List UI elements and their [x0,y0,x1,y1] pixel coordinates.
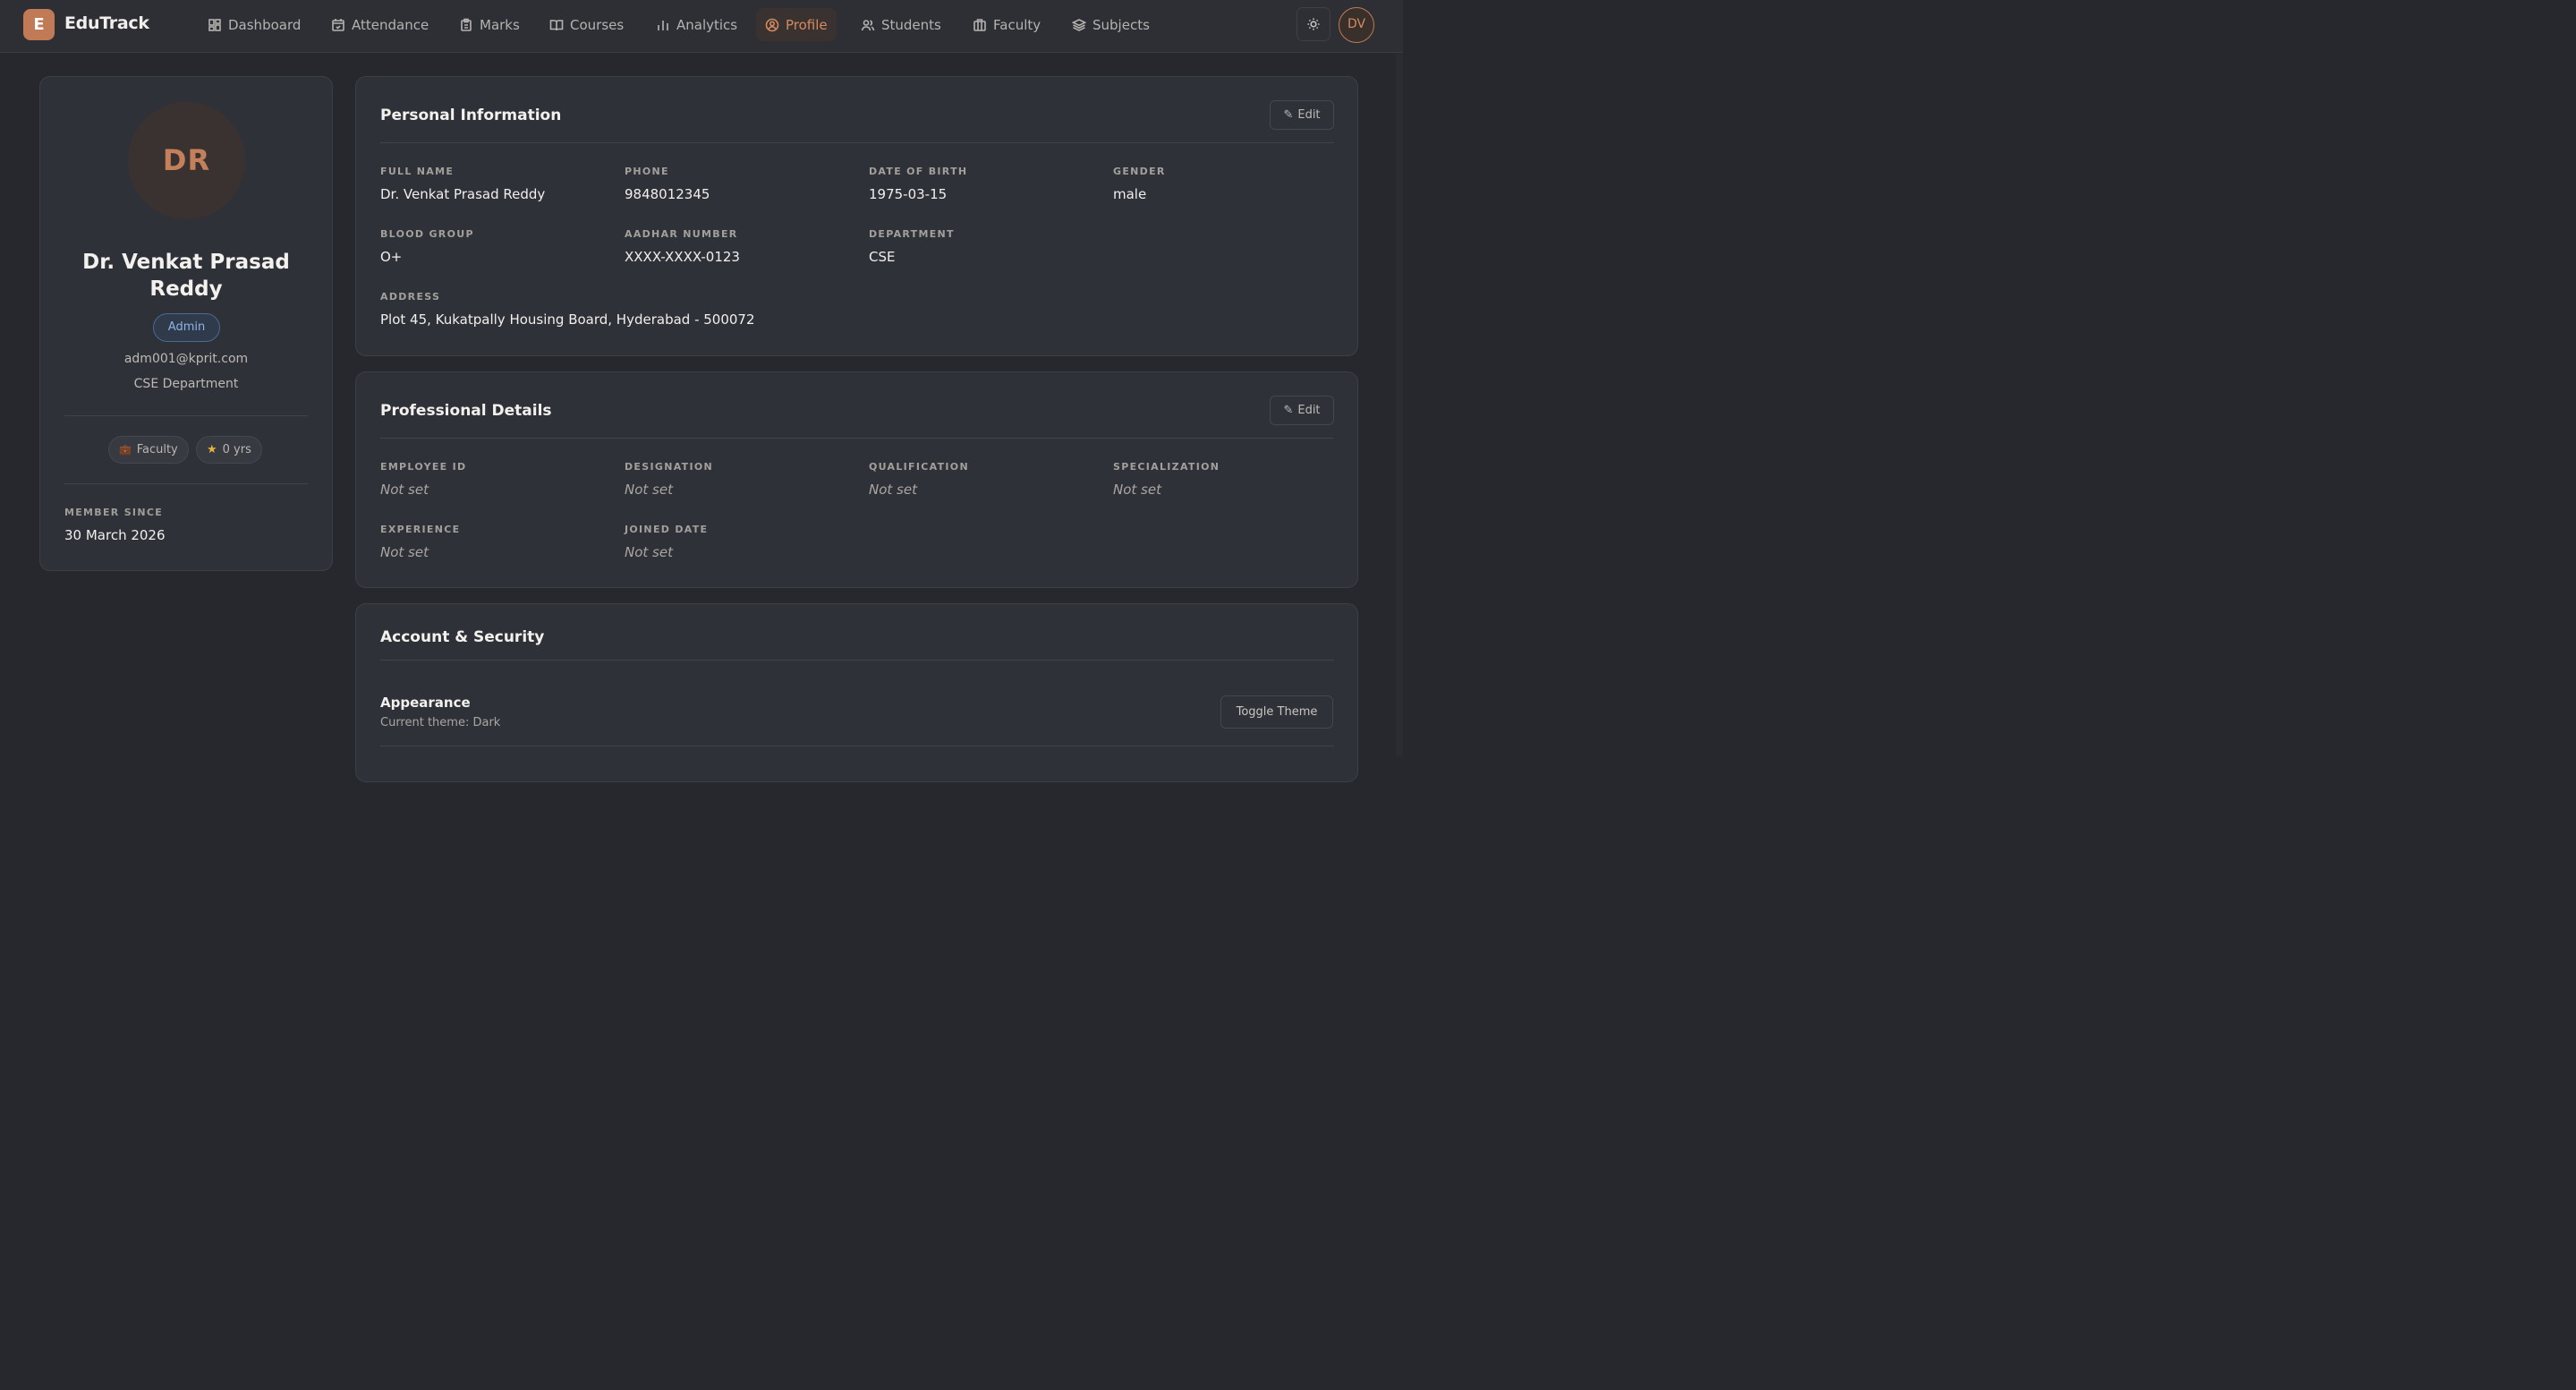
nav-label: Faculty [993,16,1041,33]
top-navbar: E EduTrack Dashboard Attendance Marks Co… [0,0,1403,53]
sun-icon [1307,18,1320,30]
layers-icon [1072,18,1086,31]
building-icon [973,18,986,31]
divider [380,438,1334,439]
nav-label: Marks [480,16,520,33]
joined-date-value: Not set [625,544,673,560]
briefcase-icon: 💼 [119,444,132,456]
section-title: Professional Details [380,402,552,420]
address-value: Plot 45, Kukatpally Housing Board, Hyder… [380,311,755,328]
dashboard-icon [208,18,221,31]
profile-avatar: DR [128,102,245,219]
field-label: SPECIALIZATION [1113,461,1220,473]
nav-label: Students [881,16,941,33]
role-badge: Admin [153,313,220,342]
phone-value: 9848012345 [625,186,710,202]
member-since-value: 30 March 2026 [64,527,166,543]
specialization-value: Not set [1113,482,1161,498]
nav-profile[interactable]: Profile [756,8,837,41]
dob-value: 1975-03-15 [869,186,948,202]
full-name-value: Dr. Venkat Prasad Reddy [380,186,546,202]
calendar-check-icon [332,18,344,31]
edit-label: Edit [1297,404,1321,417]
field-label: ADDRESS [380,291,441,303]
star-icon: ★ [207,443,217,456]
personal-information-card: Personal Information ✎ Edit FULL NAME Dr… [355,76,1358,356]
pencil-icon: ✎ [1283,108,1294,122]
nav-faculty[interactable]: Faculty [964,8,1050,41]
field-label: JOINED DATE [625,524,709,535]
field-label: FULL NAME [380,166,455,177]
field-label: AADHAR NUMBER [625,228,738,240]
field-label: DEPARTMENT [869,228,955,240]
divider [380,142,1334,143]
department-value: CSE [869,249,896,265]
field-label: DESIGNATION [625,461,714,473]
divider [64,483,308,484]
chip-role: 💼 Faculty [108,436,189,464]
nav-label: Dashboard [228,16,302,33]
professional-details-card: Professional Details ✎ Edit EMPLOYEE ID … [355,371,1358,588]
nav-analytics[interactable]: Analytics [647,8,746,41]
nav-label: Courses [570,16,625,33]
chip-experience: ★ 0 yrs [196,436,262,464]
field-label: DATE OF BIRTH [869,166,968,177]
gender-value: male [1113,186,1147,202]
experience-value: Not set [380,544,429,560]
appearance-subtitle: Current theme: Dark [380,716,501,729]
nav-marks[interactable]: Marks [450,8,529,41]
theme-toggle-button[interactable] [1297,7,1331,41]
designation-value: Not set [625,482,673,498]
user-avatar[interactable]: DV [1339,7,1374,43]
user-circle-icon [765,18,779,31]
section-title: Personal Information [380,107,562,124]
nav-courses[interactable]: Courses [540,8,633,41]
field-label: EXPERIENCE [380,524,461,535]
nav-label: Profile [786,16,828,33]
field-label: QUALIFICATION [869,461,969,473]
profile-email: adm001@kprit.com [123,352,249,366]
clipboard-icon [461,18,472,31]
scrollbar-track[interactable] [1396,53,1403,757]
nav-subjects[interactable]: Subjects [1063,8,1159,41]
brand-logo[interactable]: E [23,9,55,40]
account-security-card: Account & Security Appearance Current th… [355,603,1358,782]
toggle-theme-button[interactable]: Toggle Theme [1220,695,1333,729]
qualification-value: Not set [869,482,917,498]
aadhar-value: XXXX-XXXX-0123 [625,249,740,265]
blood-group-value: O+ [380,249,403,265]
field-label: BLOOD GROUP [380,228,474,240]
brand-name[interactable]: EduTrack [64,13,149,33]
section-title: Account & Security [380,628,545,646]
nav-label: Attendance [352,16,429,33]
chip-label: 0 yrs [222,443,251,456]
nav-attendance[interactable]: Attendance [322,8,438,41]
users-icon [861,19,875,30]
book-open-icon [549,19,564,30]
bar-chart-icon [658,20,668,30]
nav-label: Analytics [676,16,738,33]
appearance-title: Appearance [380,695,471,711]
profile-summary-card: DR Dr. Venkat Prasad Reddy Admin adm001@… [39,76,333,571]
member-since-label: MEMBER SINCE [64,507,164,518]
divider [64,415,308,416]
divider [380,660,1334,661]
edit-professional-button[interactable]: ✎ Edit [1270,396,1334,425]
edit-personal-button[interactable]: ✎ Edit [1270,100,1334,130]
field-label: PHONE [625,166,669,177]
nav-label: Subjects [1092,16,1150,33]
field-label: GENDER [1113,166,1166,177]
pencil-icon: ✎ [1283,404,1294,417]
profile-department: CSE Department [133,377,239,391]
nav-students[interactable]: Students [852,8,950,41]
nav-dashboard[interactable]: Dashboard [199,8,310,41]
edit-label: Edit [1297,108,1321,122]
chip-label: Faculty [136,443,178,456]
employee-id-value: Not set [380,482,429,498]
profile-name: Dr. Venkat Prasad Reddy [82,251,290,301]
field-label: EMPLOYEE ID [380,461,467,473]
